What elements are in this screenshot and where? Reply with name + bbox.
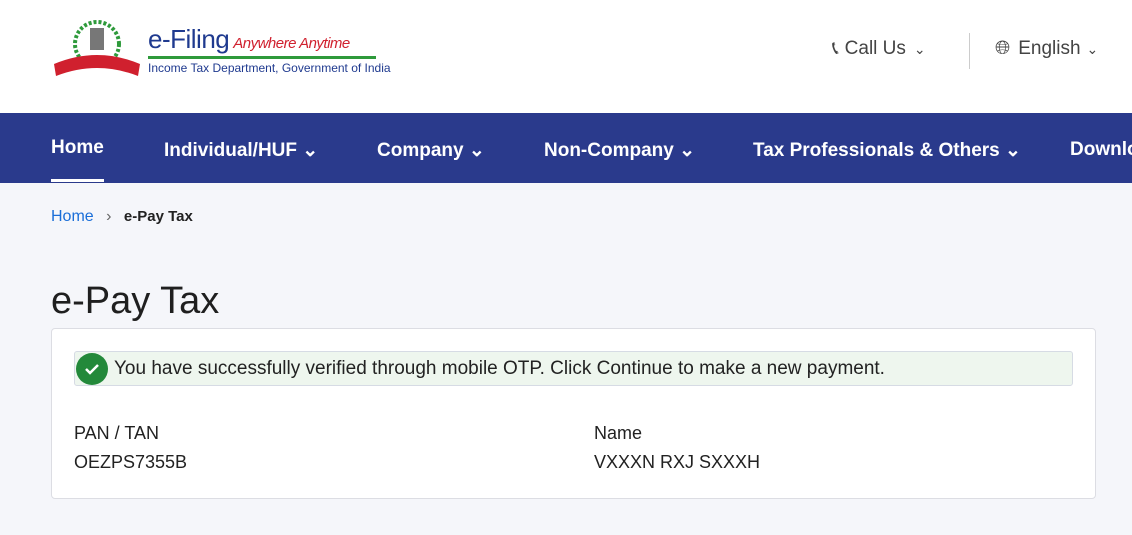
language-selector[interactable]: 🌐︎ English ⌄: [995, 38, 1098, 60]
nav-non-company[interactable]: Non-Company ⌄: [544, 139, 695, 162]
chevron-down-icon: ⌄: [913, 40, 926, 57]
name-value: VXXXN RXJ SXXXH: [594, 452, 761, 472]
chevron-down-icon: ⌄: [302, 140, 319, 161]
name-label: Name: [594, 423, 643, 443]
brand-underline: [148, 56, 376, 59]
phone-icon: 📞︎: [832, 38, 839, 59]
call-us-menu[interactable]: 📞︎ Call Us ⌄: [832, 38, 926, 60]
brand-subtitle: Income Tax Department, Government of Ind…: [148, 61, 391, 75]
chevron-down-icon: ⌄: [468, 140, 485, 161]
success-alert: You have successfully verified through m…: [74, 351, 1073, 386]
globe-icon: 🌐︎: [995, 38, 1011, 59]
nav-label: Company: [377, 140, 464, 161]
main-nav: Home Individual/HUF ⌄ Company ⌄ Non-Comp…: [0, 113, 1132, 183]
language-label: English: [1018, 38, 1081, 59]
call-us-label: Call Us: [844, 38, 906, 59]
breadcrumb: Home › e-Pay Tax: [51, 208, 193, 226]
nav-individual-huf[interactable]: Individual/HUF ⌄: [164, 139, 318, 162]
page-title: e-Pay Tax: [51, 280, 220, 322]
nav-label: Non-Company: [544, 140, 674, 161]
chevron-down-icon: ⌄: [1086, 40, 1099, 57]
pan-label: PAN / TAN: [74, 423, 160, 443]
header-divider: [969, 33, 970, 69]
income-tax-emblem-logo[interactable]: [52, 16, 142, 80]
nav-company[interactable]: Company ⌄: [377, 139, 485, 162]
payment-card: You have successfully verified through m…: [51, 328, 1096, 499]
nav-tax-professionals[interactable]: Tax Professionals & Others ⌄: [753, 139, 1021, 162]
breadcrumb-home[interactable]: Home: [51, 208, 94, 225]
nav-home[interactable]: Home: [51, 137, 104, 182]
nav-downloads[interactable]: Downloads: [1070, 139, 1132, 161]
brand-tagline: Anywhere Anytime: [233, 35, 350, 52]
check-circle-icon: [76, 352, 108, 385]
header: e-Filing Anywhere Anytime Income Tax Depa…: [0, 0, 1132, 113]
nav-label: Individual/HUF: [164, 140, 297, 161]
chevron-right-icon: ›: [106, 208, 112, 225]
alert-text: You have successfully verified through m…: [114, 357, 885, 379]
nav-label: Tax Professionals & Others: [753, 140, 1000, 161]
chevron-down-icon: ⌄: [679, 140, 696, 161]
pan-value: OEZPS7355B: [74, 452, 188, 472]
chevron-down-icon: ⌄: [1005, 140, 1021, 161]
brand[interactable]: e-Filing Anywhere Anytime Income Tax Depa…: [148, 24, 391, 75]
breadcrumb-current: e-Pay Tax: [123, 208, 193, 225]
brand-name: e-Filing: [148, 24, 230, 54]
